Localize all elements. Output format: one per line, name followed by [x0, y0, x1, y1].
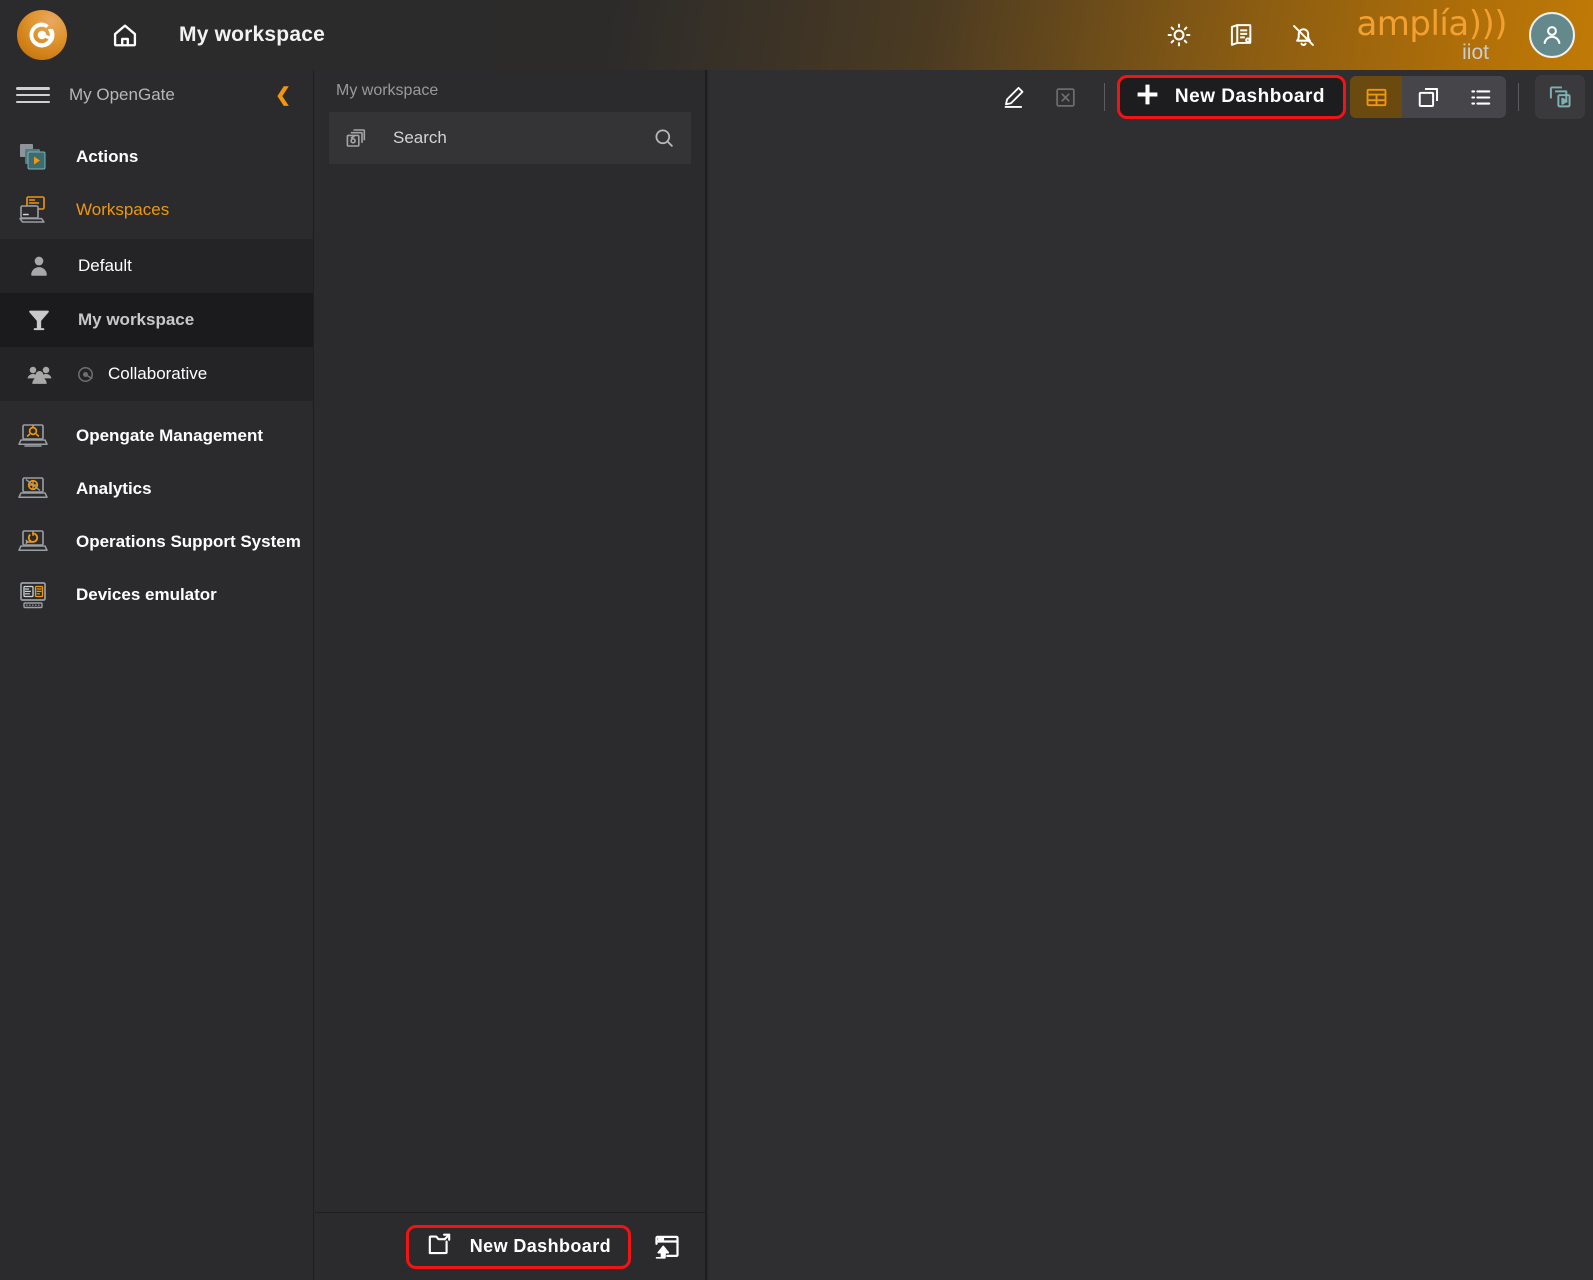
new-dashboard-folder-icon [426, 1231, 453, 1263]
sidebar-header: My OpenGate ❮ [0, 70, 313, 120]
brand-name: amplía))) [1356, 4, 1507, 44]
sidebar-item-label: Devices emulator [76, 584, 217, 604]
slideshow-icon[interactable] [1535, 75, 1585, 119]
sidebar-item-label: Collaborative [108, 364, 208, 383]
sidebar-item-collaborative[interactable]: Collaborative [0, 347, 313, 401]
panel-heading: My workspace [336, 82, 439, 99]
sidebar-top-nav: Actions Workspaces Default My workspace … [0, 120, 313, 401]
sidebar-item-analytics[interactable]: Analytics [0, 462, 313, 515]
dashboard-toolbar: New Dashboard [988, 70, 1593, 124]
toolbar-divider [1103, 83, 1105, 111]
group-icon [24, 359, 54, 389]
cards-view-icon[interactable] [1402, 76, 1454, 118]
sidebar-item-label: Analytics [76, 478, 152, 498]
workspaces-icon [16, 193, 50, 227]
close-box-icon[interactable] [1046, 77, 1086, 117]
new-dashboard-label: New Dashboard [1174, 86, 1325, 107]
new-dashboard-button-footer[interactable]: New Dashboard [405, 1224, 631, 1269]
sidebar-item-oss[interactable]: Operations Support System [0, 515, 313, 568]
devices-emulator-icon [16, 578, 50, 612]
opengate-logo-icon[interactable] [17, 10, 67, 60]
dashboard-canvas [709, 70, 1593, 1280]
sidebar-item-label: Default [78, 256, 132, 275]
panel-footer: New Dashboard [315, 1212, 705, 1280]
workspace-panel: My workspace Search New Dashboard [315, 70, 707, 1280]
hamburger-menu-icon[interactable] [16, 84, 50, 106]
user-avatar-icon[interactable] [1529, 12, 1575, 58]
brightness-icon[interactable] [1157, 13, 1201, 57]
list-view-icon[interactable] [1454, 76, 1506, 118]
dashboards-icon [343, 125, 369, 151]
actions-icon [16, 140, 50, 174]
opengate-management-icon [16, 419, 50, 453]
home-icon[interactable] [102, 12, 148, 58]
funnel-icon [24, 305, 54, 335]
amplia-brand-logo: amplía))) iiot [1356, 7, 1507, 63]
bell-off-icon[interactable] [1281, 13, 1325, 57]
sidebar-item-devices-emulator[interactable]: Devices emulator [0, 568, 313, 621]
person-icon [24, 251, 54, 281]
oss-icon [16, 525, 50, 559]
dashboard-list [315, 164, 705, 1212]
sidebar-item-label: Operations Support System [76, 531, 301, 551]
header-actions: amplía))) iiot [1148, 0, 1593, 70]
sidebar-item-my-workspace[interactable]: My workspace [0, 293, 313, 347]
sidebar-title: My OpenGate [69, 85, 175, 104]
import-dashboard-icon[interactable] [645, 1225, 689, 1269]
sidebar-item-workspaces[interactable]: Workspaces [0, 183, 313, 236]
analytics-icon [16, 472, 50, 506]
sidebar-item-default[interactable]: Default [0, 239, 313, 293]
sidebar-item-label: Opengate Management [76, 425, 264, 445]
chevron-left-icon[interactable]: ❮ [269, 82, 297, 109]
new-dashboard-button-toolbar[interactable]: New Dashboard [1116, 75, 1346, 119]
magnifier-icon[interactable] [651, 125, 677, 151]
search-input[interactable] [393, 128, 651, 148]
sidebar-item-label: My workspace [78, 310, 195, 329]
opengate-mini-icon [76, 365, 95, 384]
view-mode-group [1350, 76, 1506, 118]
brand-subtitle: iiot [1462, 41, 1489, 64]
documents-icon[interactable] [1219, 13, 1263, 57]
plus-icon [1134, 81, 1161, 113]
left-sidebar: My OpenGate ❮ Actions Workspaces Default… [0, 70, 314, 1280]
pencil-edit-icon[interactable] [994, 77, 1034, 117]
toolbar-divider-2 [1518, 83, 1519, 111]
search-bar[interactable] [329, 112, 691, 164]
sidebar-item-label: Workspaces [76, 199, 170, 219]
new-dashboard-label: New Dashboard [469, 1236, 611, 1256]
sidebar-item-opengate-management[interactable]: Opengate Management [0, 409, 313, 462]
sidebar-item-label: Actions [76, 146, 139, 166]
sidebar-item-actions[interactable]: Actions [0, 130, 313, 183]
workspaces-sublist: Default My workspace Collaborative [0, 239, 313, 401]
sidebar-bottom-nav: Opengate Management Analytics Operations… [0, 401, 313, 621]
grid-view-icon[interactable] [1350, 76, 1402, 118]
app-header: My workspace amplía))) iiot [0, 0, 1593, 70]
page-title: My workspace [179, 23, 325, 46]
